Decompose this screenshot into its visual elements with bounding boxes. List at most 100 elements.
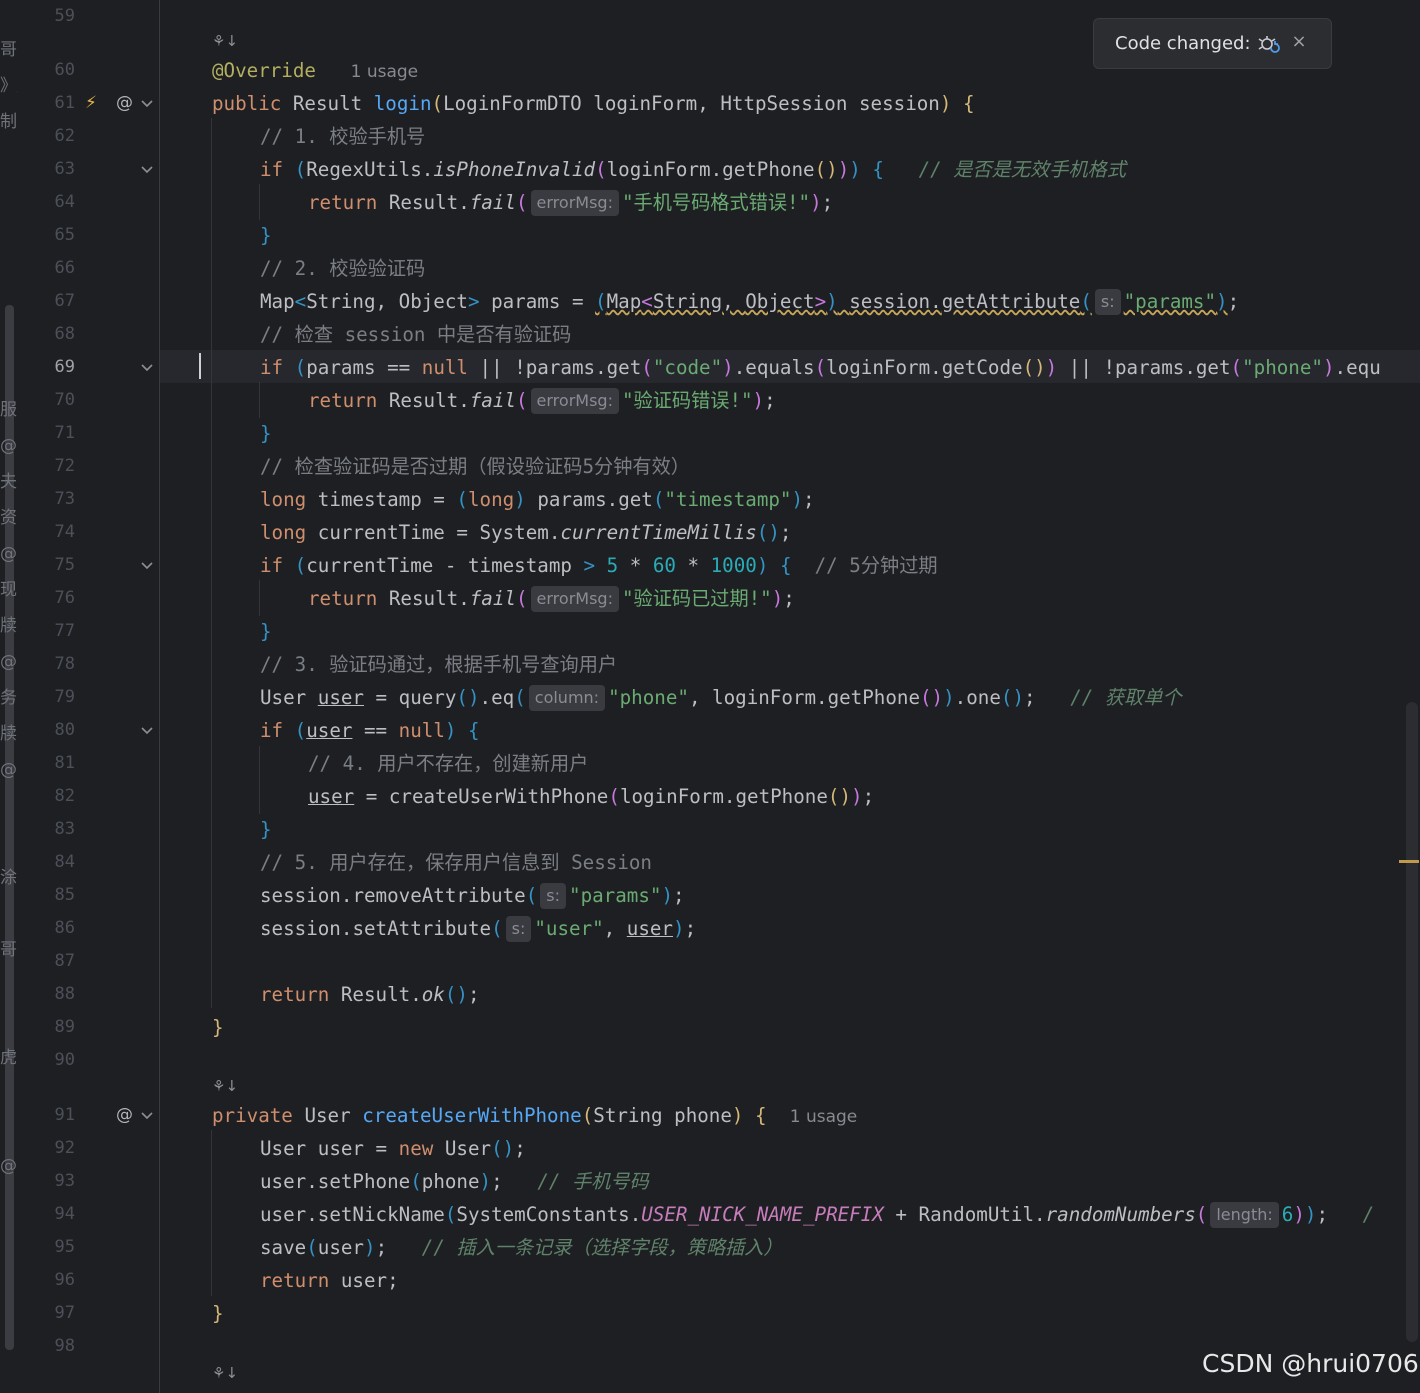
code-area[interactable]: ⚘↓ @Override 1 usage public Result login…: [160, 0, 1420, 1393]
gutter-row[interactable]: 78: [18, 648, 159, 681]
line-number[interactable]: 94: [18, 1198, 75, 1231]
reload-debug-icon[interactable]: [1257, 32, 1281, 56]
code-line[interactable]: if (user == null) {: [260, 714, 480, 747]
gutter-row[interactable]: 60: [18, 54, 159, 87]
line-number[interactable]: 83: [18, 813, 75, 846]
line-number[interactable]: 77: [18, 615, 75, 648]
gutter-row[interactable]: 85: [18, 879, 159, 912]
code-line[interactable]: public Result login(LoginFormDTO loginFo…: [212, 87, 975, 120]
gutter-row[interactable]: 86: [18, 912, 159, 945]
gutter-row[interactable]: 89: [18, 1011, 159, 1044]
gutter-row[interactable]: 76: [18, 582, 159, 615]
gutter-row[interactable]: 82: [18, 780, 159, 813]
code-line[interactable]: Map<String, Object> params = (Map<String…: [260, 285, 1239, 318]
code-line[interactable]: }: [212, 1011, 224, 1044]
gutter-row[interactable]: 70: [18, 384, 159, 417]
line-number[interactable]: 96: [18, 1264, 75, 1297]
gutter-row[interactable]: 64: [18, 186, 159, 219]
code-line[interactable]: // 4. 用户不存在，创建新用户: [308, 747, 588, 780]
chevron-down-icon[interactable]: [139, 557, 155, 573]
gutter-row[interactable]: 84: [18, 846, 159, 879]
gutter-row[interactable]: 63: [18, 153, 159, 186]
gutter-row[interactable]: 62: [18, 120, 159, 153]
line-number[interactable]: 62: [18, 120, 75, 153]
scrollbar-warning-marker[interactable]: [1399, 860, 1419, 863]
chevron-down-icon[interactable]: [139, 359, 155, 375]
line-number[interactable]: 60: [18, 54, 75, 87]
line-number[interactable]: 65: [18, 219, 75, 252]
line-number[interactable]: 85: [18, 879, 75, 912]
gutter-row[interactable]: 75: [18, 549, 159, 582]
code-line[interactable]: return Result.ok();: [260, 978, 480, 1011]
project-scrollbar[interactable]: [5, 305, 14, 1350]
gutter-row[interactable]: 91 @: [18, 1099, 159, 1132]
code-line[interactable]: @Override 1 usage: [212, 54, 418, 87]
line-number[interactable]: 84: [18, 846, 75, 879]
line-number[interactable]: 79: [18, 681, 75, 714]
gutter-row[interactable]: 96: [18, 1264, 159, 1297]
code-line[interactable]: User user = new User();: [260, 1132, 526, 1165]
line-number[interactable]: 69: [18, 351, 75, 384]
line-number[interactable]: 72: [18, 450, 75, 483]
line-number[interactable]: 63: [18, 153, 75, 186]
gutter-row[interactable]: 94: [18, 1198, 159, 1231]
code-line[interactable]: // 检查验证码是否过期（假设验证码5分钟有效）: [260, 450, 690, 483]
usages-hint[interactable]: 1 usage: [790, 1107, 858, 1127]
code-line[interactable]: save(user); // 插入一条记录（选择字段，策略插入）: [260, 1231, 783, 1264]
code-line[interactable]: return user;: [260, 1264, 399, 1297]
editor-scrollbar[interactable]: [1406, 702, 1418, 1342]
gutter-row[interactable]: 69: [18, 351, 159, 384]
gutter-row[interactable]: 95: [18, 1231, 159, 1264]
at-sign-icon[interactable]: @: [116, 1099, 133, 1132]
gutter-row[interactable]: 83: [18, 813, 159, 846]
gutter-row[interactable]: 87: [18, 945, 159, 978]
chevron-down-icon[interactable]: [139, 161, 155, 177]
code-line[interactable]: }: [260, 219, 272, 252]
code-line[interactable]: // 2. 校验验证码: [260, 252, 425, 285]
code-vision-author[interactable]: ⚘↓: [212, 1363, 238, 1383]
line-number[interactable]: 70: [18, 384, 75, 417]
code-editor[interactable]: 哥 》厉 制 服务 @ 夫( 资杀 @ 现 牍类 @ 务 牍类 @ 涂 哥 虎 …: [0, 0, 1420, 1393]
code-changed-notification[interactable]: Code changed: ×: [1093, 18, 1332, 69]
line-number[interactable]: 93: [18, 1165, 75, 1198]
usages-hint[interactable]: 1 usage: [351, 62, 419, 82]
line-number[interactable]: 76: [18, 582, 75, 615]
code-line[interactable]: if (currentTime - timestamp > 5 * 60 * 1…: [260, 549, 938, 582]
line-number[interactable]: 64: [18, 186, 75, 219]
code-line[interactable]: user = createUserWithPhone(loginForm.get…: [308, 780, 874, 813]
code-line[interactable]: long currentTime = System.currentTimeMil…: [260, 516, 791, 549]
gutter-row[interactable]: 72: [18, 450, 159, 483]
line-number[interactable]: 86: [18, 912, 75, 945]
code-vision-author[interactable]: ⚘↓: [212, 31, 238, 51]
gutter-row[interactable]: 93: [18, 1165, 159, 1198]
gutter-row[interactable]: 71: [18, 417, 159, 450]
gutter-row[interactable]: 79: [18, 681, 159, 714]
gutter-row[interactable]: 65: [18, 219, 159, 252]
code-line[interactable]: session.removeAttribute(s: "params");: [260, 879, 685, 912]
close-icon[interactable]: ×: [1289, 32, 1309, 52]
gutter-row[interactable]: 88: [18, 978, 159, 1011]
code-line[interactable]: // 检查 session 中是否有验证码: [260, 318, 571, 351]
code-line[interactable]: // 5. 用户存在，保存用户信息到 Session: [260, 846, 652, 879]
at-sign-icon[interactable]: @: [116, 87, 133, 120]
line-number[interactable]: 88: [18, 978, 75, 1011]
line-number[interactable]: 81: [18, 747, 75, 780]
code-line[interactable]: // 1. 校验手机号: [260, 120, 425, 153]
line-number[interactable]: 73: [18, 483, 75, 516]
code-line[interactable]: if (RegexUtils.isPhoneInvalid(loginForm.…: [260, 153, 1126, 186]
code-line[interactable]: // 3. 验证码通过，根据手机号查询用户: [260, 648, 617, 681]
code-line[interactable]: }: [260, 615, 272, 648]
chevron-down-icon[interactable]: [139, 1107, 155, 1123]
gutter-row[interactable]: 74: [18, 516, 159, 549]
code-line[interactable]: private User createUserWithPhone(String …: [212, 1099, 857, 1132]
chevron-down-icon[interactable]: [139, 722, 155, 738]
gutter-row[interactable]: 59: [18, 0, 159, 33]
line-number[interactable]: 97: [18, 1297, 75, 1330]
line-number[interactable]: 59: [18, 0, 75, 33]
line-number[interactable]: 95: [18, 1231, 75, 1264]
line-number[interactable]: 66: [18, 252, 75, 285]
gutter-row[interactable]: 80: [18, 714, 159, 747]
line-number[interactable]: 87: [18, 945, 75, 978]
code-line-current[interactable]: if (params == null || !params.get("code"…: [260, 351, 1381, 384]
code-line[interactable]: user.setNickName(SystemConstants.USER_NI…: [260, 1198, 1374, 1231]
